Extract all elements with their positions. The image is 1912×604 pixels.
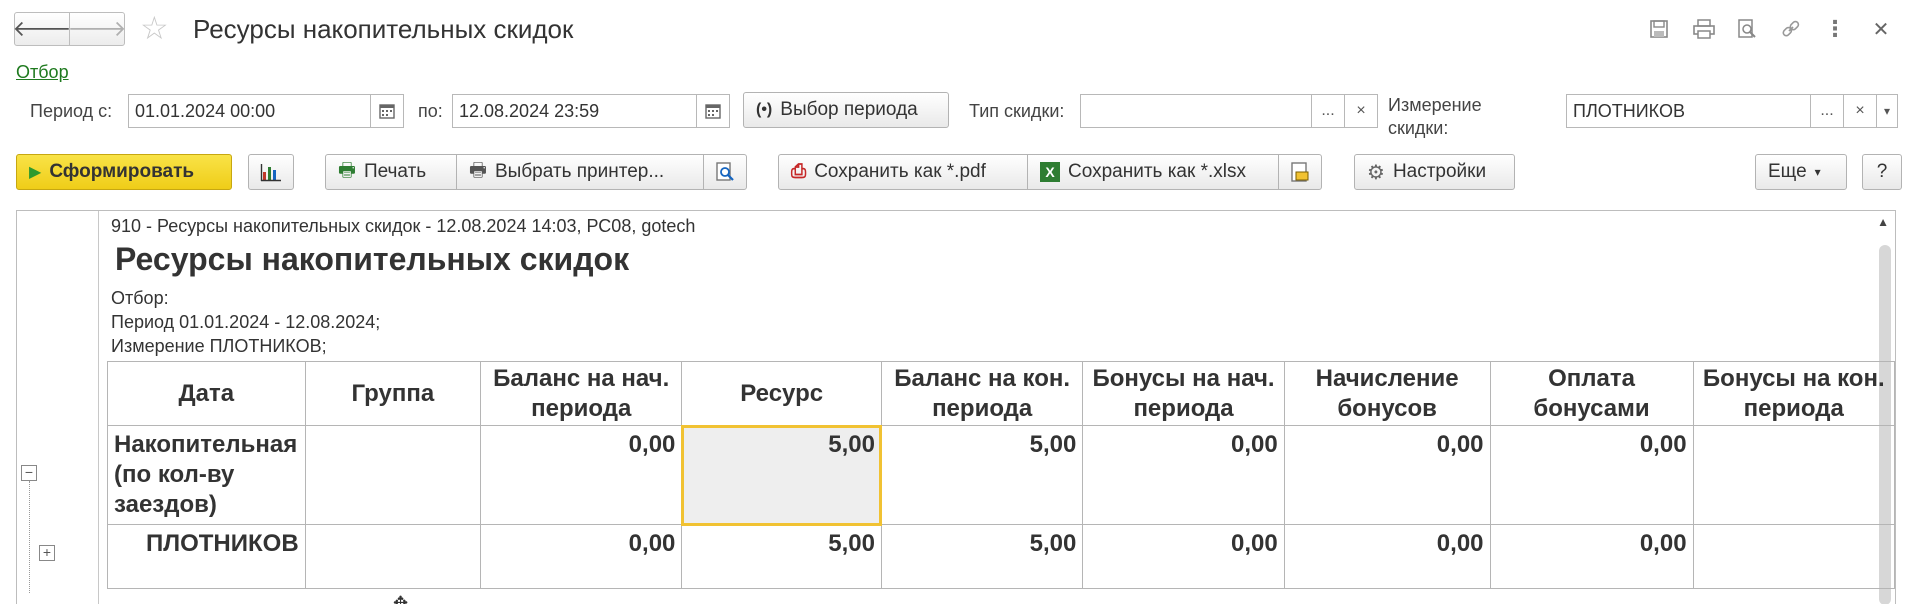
report-table: Дата Группа Баланс на нач. периода Ресур… [107,361,1895,589]
printer-icon: 🖶 [469,160,487,181]
calendar-icon [379,104,395,119]
scroll-up-icon[interactable]: ▲ [1877,215,1889,229]
dimension-clear-button[interactable]: × [1843,94,1877,128]
close-icon[interactable]: ✕ [1866,14,1896,44]
preview-button[interactable] [703,154,747,190]
report-filter-caption: Отбор: [111,288,169,308]
value-cell[interactable]: 0,00 [1082,425,1285,525]
preview-icon [716,162,734,181]
save-file-icon [1291,162,1309,182]
print-icon[interactable] [1689,14,1719,44]
report-meta: 910 - Ресурсы накопительных скидок - 12.… [111,216,696,236]
value-cell[interactable] [1692,524,1895,589]
report-area[interactable]: ▲ 910 - Ресурсы накопительных скидок - 1… [16,210,1896,604]
report-filter-dimension: Измерение ПЛОТНИКОВ; [111,336,327,356]
calendar-to-button[interactable] [696,94,730,128]
value-cell[interactable]: 5,00 [681,524,882,589]
period-to-label: по: [418,101,443,121]
value-cell[interactable]: 0,00 [1082,524,1285,589]
value-cell[interactable]: 0,00 [1489,524,1694,589]
settings-button[interactable]: ⚙ Настройки [1354,154,1515,190]
arrow-left-icon: 🡐 [12,16,72,41]
calendar-icon [705,104,721,119]
discount-type-select-button[interactable]: ... [1311,94,1345,128]
dimension-label-line2: скидки: [1388,118,1449,138]
expand-row-icon[interactable]: + [39,545,55,561]
save-icon[interactable] [1644,14,1674,44]
arrow-right-icon: 🡒 [67,16,127,41]
period-to-field[interactable]: 12.08.2024 23:59 [452,94,698,128]
save-xlsx-button[interactable]: X Сохранить как *.xlsx [1027,154,1279,190]
print-icon: 🖶 [338,160,356,181]
selected-value-cell[interactable]: 5,00 [680,424,883,526]
column-header: Бонусы на нач. периода [1082,361,1285,426]
period-icon: (•) [756,101,773,118]
discount-type-field[interactable] [1080,94,1312,128]
group-cell[interactable] [304,425,482,525]
calendar-from-button[interactable] [370,94,404,128]
page-title: Ресурсы накопительных скидок [193,14,574,44]
column-header: Ресурс [681,361,882,426]
save-pdf-button[interactable]: ⎙ Сохранить как *.pdf [778,154,1028,190]
pdf-icon: ⎙ [791,161,807,182]
dimension-field[interactable]: ПЛОТНИКОВ [1566,94,1812,128]
period-from-label: Период с: [30,101,113,121]
chevron-down-icon: ▾ [1883,104,1891,118]
value-cell[interactable]: 5,00 [880,524,1084,589]
gear-icon: ⚙ [1367,161,1385,184]
dimension-select-button[interactable]: ... [1810,94,1844,128]
value-cell[interactable] [1692,425,1895,525]
excel-icon: X [1040,162,1060,182]
choose-printer-button[interactable]: 🖶 Выбрать принтер... [456,154,704,190]
column-header: Начисление бонусов [1283,361,1491,426]
value-cell[interactable]: 0,00 [1489,425,1694,525]
choose-period-button[interactable]: (•) Выбор периода [743,92,949,128]
dimension-label-line1: Измерение [1388,95,1482,115]
value-cell[interactable]: 0,00 [1283,524,1491,589]
value-cell[interactable]: 0,00 [480,425,683,525]
play-icon: ▶ [29,164,42,181]
generate-button[interactable]: ▶ Сформировать [16,154,232,190]
chart-button[interactable] [248,154,294,190]
table-header-row: Дата Группа Баланс на нач. периода Ресур… [107,361,1895,426]
mouse-pointer-icon: ✥ [393,593,409,604]
tree-line [29,481,30,593]
help-button[interactable]: ? [1862,154,1902,190]
discount-type-label: Тип скидки: [969,101,1065,121]
table-row[interactable]: ПЛОТНИКОВ 0,00 5,00 5,00 0,00 0,00 0,00 [107,524,1895,589]
forward-button[interactable]: 🡒 [67,12,127,46]
back-button[interactable]: 🡐 [12,12,72,46]
group-cell[interactable] [304,524,482,589]
column-header: Оплата бонусами [1489,361,1694,426]
report-title: Ресурсы накопительных скидок [115,241,630,277]
column-header: Бонусы на кон. периода [1692,361,1895,426]
item-name-cell[interactable]: ПЛОТНИКОВ [107,524,306,589]
filter-link[interactable]: Отбор [16,62,69,83]
value-cell[interactable]: 0,00 [1283,425,1491,525]
report-filter-period: Период 01.01.2024 - 12.08.2024; [111,312,381,332]
column-header: Дата [107,361,306,426]
more-button[interactable]: Еще ▾ [1755,154,1847,190]
preview-icon[interactable] [1732,14,1762,44]
discount-type-clear-button[interactable]: × [1344,94,1378,128]
print-button[interactable]: 🖶 Печать [325,154,457,190]
column-header: Баланс на кон. периода [880,361,1084,426]
more-icon[interactable]: ⋮ [1820,14,1850,44]
save-other-button[interactable] [1278,154,1322,190]
dimension-dropdown-button[interactable]: ▾ [1876,94,1898,128]
value-cell[interactable]: 5,00 [880,425,1084,525]
period-from-field[interactable]: 01.01.2024 00:00 [128,94,372,128]
chart-icon [260,164,281,182]
group-name-cell[interactable]: Накопительная (по кол-ву заездов) [107,425,306,525]
chevron-down-icon: ▾ [1814,165,1821,179]
value-cell[interactable]: 0,00 [480,524,683,589]
column-header: Баланс на нач. периода [480,361,683,426]
star-icon[interactable]: ☆ [140,10,169,46]
table-row[interactable]: Накопительная (по кол-ву заездов) 0,00 5… [107,424,1895,526]
collapse-group-icon[interactable]: − [21,465,37,481]
column-header: Группа [304,361,482,426]
link-icon[interactable] [1776,14,1806,44]
